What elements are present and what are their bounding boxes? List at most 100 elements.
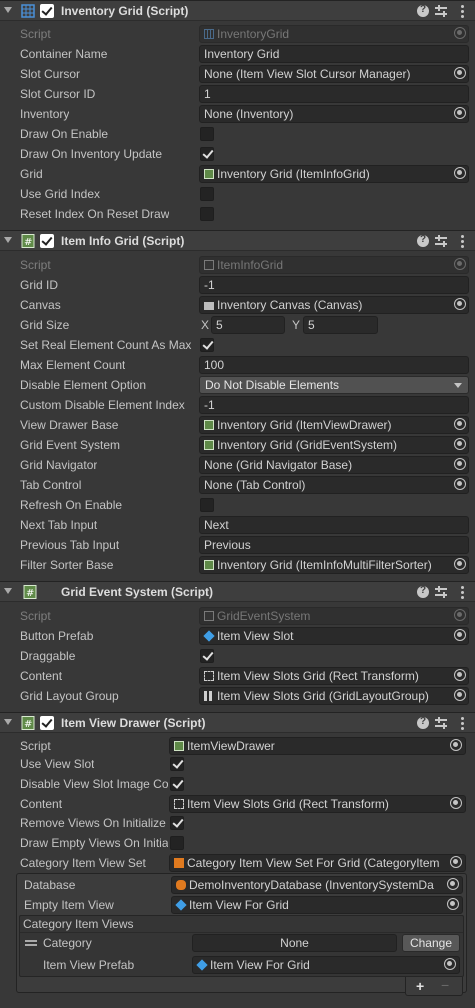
grid-event-system-object-field[interactable]: Inventory Grid (GridEventSystem) bbox=[199, 436, 469, 454]
component-header-item-info-grid[interactable]: # Item Info Grid (Script) ? bbox=[0, 230, 475, 251]
set-real-element-count-checkbox[interactable] bbox=[200, 338, 214, 352]
category-value-field[interactable]: None bbox=[192, 934, 397, 952]
grid-component-icon bbox=[21, 4, 35, 18]
component-header-inventory-grid[interactable]: Inventory Grid (Script) ? bbox=[0, 0, 475, 21]
next-tab-input-field[interactable]: Next bbox=[199, 516, 469, 534]
presets-icon[interactable] bbox=[435, 716, 449, 730]
draw-on-inventory-update-checkbox[interactable] bbox=[200, 147, 214, 161]
object-picker-icon[interactable] bbox=[454, 438, 466, 450]
object-picker-icon[interactable] bbox=[454, 418, 466, 430]
kebab-menu-icon[interactable] bbox=[456, 234, 470, 248]
component-header-item-view-drawer[interactable]: # Item View Drawer (Script) ? bbox=[0, 712, 475, 733]
tab-control-object-field[interactable]: None (Tab Control) bbox=[199, 476, 469, 494]
help-icon[interactable]: ? bbox=[416, 585, 430, 599]
max-element-count-input[interactable]: 100 bbox=[199, 356, 469, 374]
content-object-field[interactable]: Item View Slots Grid (Rect Transform) bbox=[199, 667, 469, 685]
object-picker-icon[interactable] bbox=[447, 898, 459, 910]
category-item-view-set-object-field[interactable]: Category Item View Set For Grid (Categor… bbox=[169, 854, 466, 872]
foldout-arrow-icon[interactable] bbox=[4, 588, 12, 594]
content-object-field[interactable]: Item View Slots Grid (Rect Transform) bbox=[169, 795, 466, 813]
object-picker-icon[interactable] bbox=[454, 67, 466, 79]
prefab-cube-icon bbox=[175, 899, 187, 911]
object-picker-icon[interactable] bbox=[450, 856, 462, 868]
presets-icon[interactable] bbox=[435, 585, 449, 599]
empty-item-view-object-field[interactable]: Item View For Grid bbox=[171, 896, 463, 914]
object-picker-icon[interactable] bbox=[450, 739, 462, 751]
remove-views-checkbox[interactable] bbox=[170, 816, 184, 830]
help-icon[interactable]: ? bbox=[416, 716, 430, 730]
help-icon[interactable]: ? bbox=[416, 234, 430, 248]
foldout-arrow-icon[interactable] bbox=[4, 237, 12, 243]
drag-handle-icon[interactable] bbox=[25, 940, 37, 942]
disable-element-option-dropdown[interactable]: Do Not Disable Elements bbox=[199, 376, 469, 394]
object-picker-icon[interactable] bbox=[454, 558, 466, 570]
object-picker-icon[interactable] bbox=[454, 458, 466, 470]
presets-icon[interactable] bbox=[435, 234, 449, 248]
item-view-prefab-object-field[interactable]: Item View For Grid bbox=[192, 956, 460, 974]
foldout-arrow-icon[interactable] bbox=[4, 7, 12, 13]
object-picker-icon[interactable] bbox=[454, 107, 466, 119]
use-grid-index-checkbox[interactable] bbox=[200, 187, 214, 201]
presets-icon[interactable] bbox=[435, 4, 449, 18]
button-prefab-object-field[interactable]: Item View Slot bbox=[199, 627, 469, 645]
draw-on-enable-checkbox[interactable] bbox=[200, 127, 214, 141]
previous-tab-input-field[interactable]: Previous bbox=[199, 536, 469, 554]
component-enabled-checkbox[interactable] bbox=[40, 234, 54, 248]
grid-layout-group-object-field[interactable]: Item View Slots Grid (GridLayoutGroup) bbox=[199, 687, 469, 705]
script-object-field[interactable]: ItemViewDrawer bbox=[169, 737, 466, 755]
container-name-input[interactable]: Inventory Grid bbox=[199, 45, 469, 63]
object-picker-icon[interactable] bbox=[454, 669, 466, 681]
field-value: Inventory Grid (ItemInfoGrid) bbox=[217, 167, 370, 181]
grid-id-input[interactable]: -1 bbox=[199, 276, 469, 294]
kebab-menu-icon[interactable] bbox=[456, 585, 470, 599]
object-picker-icon[interactable] bbox=[454, 167, 466, 179]
inventory-object-field[interactable]: None (Inventory) bbox=[199, 105, 469, 123]
disable-view-slot-image-checkbox[interactable] bbox=[170, 777, 184, 791]
field-label: Container Name bbox=[20, 47, 108, 61]
component-enabled-checkbox[interactable] bbox=[40, 716, 54, 730]
script-object-field: InventoryGrid bbox=[199, 25, 469, 43]
field-label: Button Prefab bbox=[20, 629, 94, 643]
grid-navigator-object-field[interactable]: None (Grid Navigator Base) bbox=[199, 456, 469, 474]
kebab-menu-icon[interactable] bbox=[456, 4, 470, 18]
draw-empty-views-checkbox[interactable] bbox=[170, 836, 184, 850]
use-view-slot-checkbox[interactable] bbox=[170, 757, 184, 771]
field-script: Script GridEventSystem bbox=[0, 606, 475, 626]
foldout-arrow-icon[interactable] bbox=[4, 719, 12, 725]
custom-disable-index-input[interactable]: -1 bbox=[199, 396, 469, 414]
field-label: Inventory bbox=[20, 107, 70, 121]
field-label: Tab Control bbox=[20, 478, 82, 492]
help-icon[interactable]: ? bbox=[416, 4, 430, 18]
field-label: Category bbox=[43, 936, 92, 950]
object-picker-icon[interactable] bbox=[454, 298, 466, 310]
field-value: Inventory Grid (ItemViewDrawer) bbox=[217, 418, 392, 432]
reset-index-checkbox[interactable] bbox=[200, 207, 214, 221]
object-picker-icon[interactable] bbox=[454, 629, 466, 641]
slot-cursor-object-field[interactable]: None (Item View Slot Cursor Manager) bbox=[199, 65, 469, 83]
component-enabled-checkbox[interactable] bbox=[40, 4, 54, 18]
slot-cursor-id-input[interactable]: 1 bbox=[199, 85, 469, 103]
grid-size-x-input[interactable]: 5 bbox=[211, 316, 285, 334]
grid-object-field[interactable]: Inventory Grid (ItemInfoGrid) bbox=[199, 165, 469, 183]
change-button[interactable]: Change bbox=[402, 934, 460, 952]
component-header-grid-event-system[interactable]: # Grid Event System (Script) ? bbox=[0, 581, 475, 602]
kebab-menu-icon[interactable] bbox=[456, 716, 470, 730]
object-picker-icon[interactable] bbox=[450, 797, 462, 809]
add-element-button[interactable]: + bbox=[416, 978, 424, 994]
object-picker-icon[interactable] bbox=[454, 689, 466, 701]
svg-text:#: # bbox=[24, 237, 32, 248]
draggable-checkbox[interactable] bbox=[200, 649, 214, 663]
database-object-field[interactable]: DemoInventoryDatabase (InventorySystemDa bbox=[171, 876, 463, 894]
canvas-object-field[interactable]: Inventory Canvas (Canvas) bbox=[199, 296, 469, 314]
remove-element-button[interactable]: − bbox=[441, 977, 449, 993]
field-label: Grid Layout Group bbox=[20, 689, 119, 703]
object-picker-icon[interactable] bbox=[444, 958, 456, 970]
object-picker-icon[interactable] bbox=[447, 878, 459, 890]
filter-sorter-base-object-field[interactable]: Inventory Grid (ItemInfoMultiFilterSorte… bbox=[199, 556, 469, 574]
refresh-on-enable-checkbox[interactable] bbox=[200, 498, 214, 512]
drag-handle-icon[interactable] bbox=[25, 944, 37, 946]
list-item-prefab: Item View Prefab Item View For Grid bbox=[0, 955, 475, 975]
view-drawer-base-object-field[interactable]: Inventory Grid (ItemViewDrawer) bbox=[199, 416, 469, 434]
grid-size-y-input[interactable]: 5 bbox=[303, 316, 378, 334]
object-picker-icon[interactable] bbox=[454, 478, 466, 490]
